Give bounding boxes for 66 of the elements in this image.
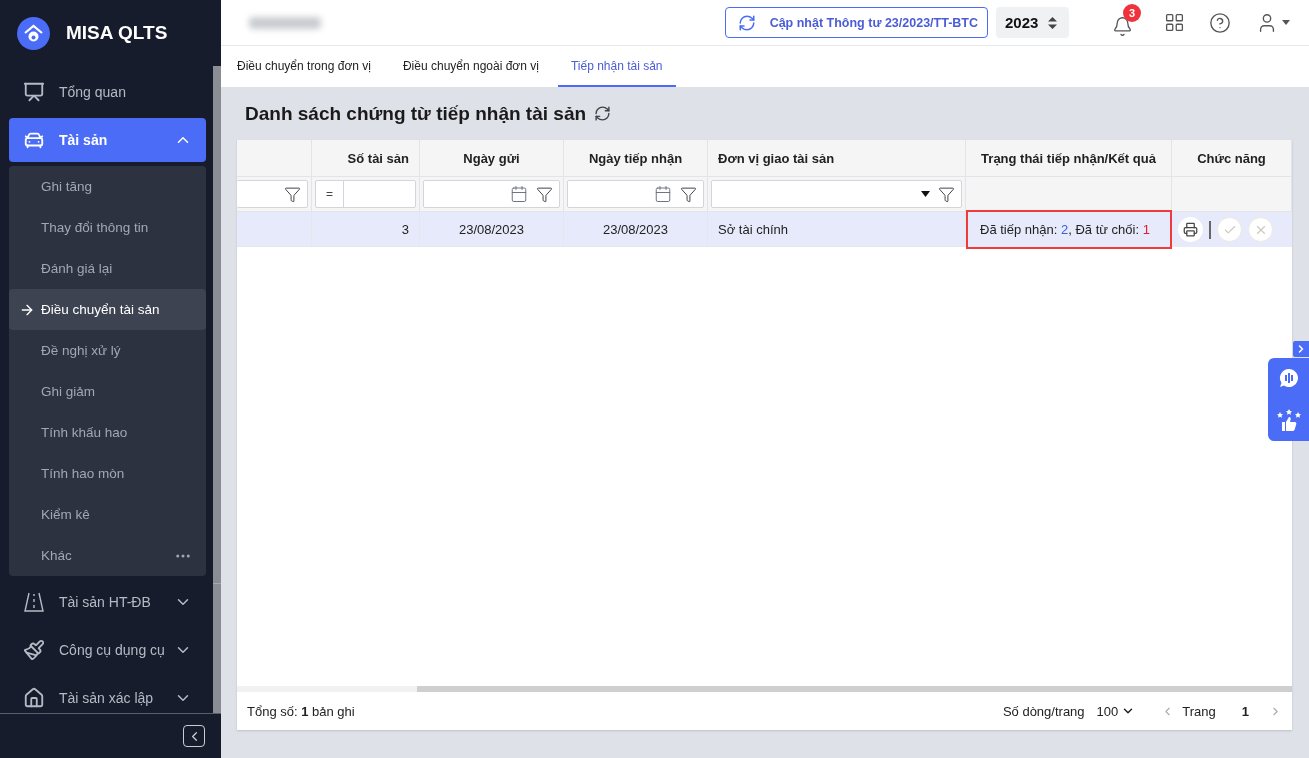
sidebar-item[interactable]: Tổng quan [9,70,206,114]
blurred-text [249,16,321,29]
submenu-item[interactable]: Thay đổi thông tin [9,207,206,248]
submenu-item[interactable]: Ghi giảm [9,371,206,412]
caret-icon [921,191,930,197]
update-button[interactable]: Cập nhật Thông tư 23/2023/TT-BTC [724,7,988,38]
submenu-item[interactable]: Ghi tăng [9,166,206,207]
filter-icon[interactable] [536,185,553,203]
caret-icon [1282,20,1290,25]
stepper-arrows-icon [1048,15,1058,30]
filter-field[interactable]: = [315,180,416,208]
tab[interactable]: Điều chuyển trong đơn vị [224,46,384,87]
submenu-item[interactable]: Điều chuyển tài sản [9,289,206,330]
page-size-select[interactable]: 100 [1092,703,1154,719]
sidebar-item[interactable]: Công cụ dụng cụ [9,628,206,672]
submenu-item[interactable]: Khác [9,535,206,576]
printer-icon [1183,222,1198,237]
bell-icon [1111,16,1133,37]
filter-icon[interactable] [680,185,697,203]
tab[interactable]: Điều chuyển ngoài đơn vị [389,46,552,87]
date-filter-field[interactable] [423,180,560,208]
sidebar-item[interactable]: Tài sản xác lập [9,676,206,713]
select-filter-field[interactable] [711,180,962,208]
page-label: Trang [1182,703,1216,719]
expand-tab[interactable] [1293,341,1309,357]
filter-icon[interactable] [938,185,955,203]
table-cell: Sở tài chính [708,212,966,247]
table-cell: 3 [312,212,420,247]
print-button[interactable] [1178,217,1203,242]
notification-button[interactable]: 3 [1105,3,1141,42]
collapse-button[interactable] [183,725,205,747]
help-icon [1209,11,1231,34]
submenu-item[interactable]: Tính hao mòn [9,453,206,494]
sidebar-item[interactable]: Tài sản HT-ĐB [9,580,206,624]
app-name: MISA QLTS [66,22,168,44]
refresh-icon[interactable] [594,105,612,122]
tab[interactable]: Tiếp nhận tài sản [557,46,676,87]
filter-icon[interactable] [284,185,301,203]
submenu-item[interactable]: Đánh giá lại [9,248,206,289]
logo-icon [17,16,50,50]
submenu-item[interactable]: Đề nghị xử lý [9,330,206,371]
chat-icon[interactable] [1277,367,1300,390]
submenu-item[interactable]: Kiểm kê [9,494,206,535]
submenu-item[interactable]: Tính khấu hao [9,412,206,453]
page-number[interactable]: 1 [1241,703,1249,719]
grid-icon [1163,12,1185,33]
calendar-icon[interactable] [654,185,672,203]
year-selector[interactable]: 2023 [996,7,1069,38]
calendar-icon[interactable] [510,185,528,203]
date-filter-field[interactable] [567,180,704,208]
table-cell: 23/08/2023 [420,212,564,247]
notification-badge: 3 [1123,3,1141,22]
table-row[interactable]: 3 23/08/2023 23/08/2023 Sở tài chính Đã tiếp nhận: 2, Đã từ chối: 1 [237,212,1292,247]
page-size-label: Số dòng/trang [1002,703,1085,719]
horizontal-scrollbar[interactable] [417,686,1292,692]
house-icon [23,687,45,709]
refresh-icon [737,13,756,32]
total-records: Tổng số: 1 bản ghi [247,703,355,719]
operator-label: = [316,181,344,207]
thumbs-up-stars-icon[interactable] [1276,407,1301,432]
table-cell: 23/08/2023 [564,212,708,247]
filter-field[interactable] [237,180,308,208]
page-title: Danh sách chứng từ tiếp nhận tài sản [245,102,587,125]
sidebar-item[interactable]: Tài sản [9,118,206,162]
status-text: Đã tiếp nhận: 2, Đã từ chối: 1 [980,222,1150,237]
road-icon [23,591,45,613]
